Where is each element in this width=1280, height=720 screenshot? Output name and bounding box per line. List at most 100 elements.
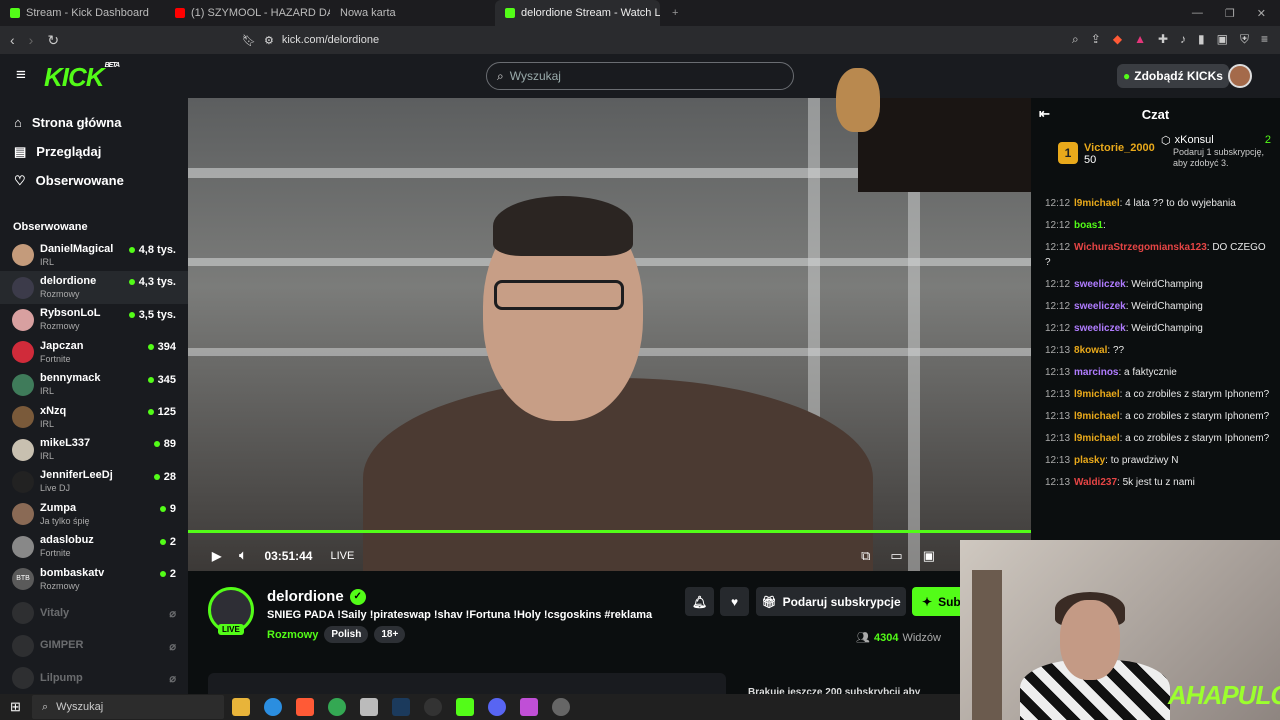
minimize-icon[interactable]: — [1192, 7, 1203, 20]
channel-name: adaslobuz [40, 534, 94, 547]
second-gifter[interactable]: xKonsul [1175, 134, 1214, 147]
followed-channel[interactable]: mikeL337 IRL 89 [0, 433, 188, 465]
app-icon[interactable] [360, 698, 378, 716]
forward-icon[interactable]: › [29, 32, 34, 49]
url-text[interactable]: kick.com/delordione [282, 34, 379, 46]
browser-tab-active[interactable]: delordione Stream - Watch Live✕ [495, 0, 660, 26]
tag-chip[interactable]: Polish [324, 626, 369, 643]
taskbar-search[interactable]: ⌕ Wyszukaj [32, 695, 224, 719]
followed-channel[interactable]: Zumpa Ja tylko śpię 9 [0, 498, 188, 530]
message-username[interactable]: l9michael [1074, 411, 1120, 422]
kick-app-icon[interactable] [456, 698, 474, 716]
message-username[interactable]: boas1 [1074, 220, 1103, 231]
channel-name: DanielMagical [40, 242, 114, 255]
fullscreen-icon[interactable]: ▣ [923, 548, 935, 564]
kick-logo[interactable]: KICKBETA [44, 62, 120, 93]
offline-channel[interactable]: Vitaly ⌀ [0, 597, 188, 629]
message-username[interactable]: Waldi237 [1074, 477, 1117, 488]
followed-channel[interactable]: bennymack IRL 345 [0, 369, 188, 401]
live-label[interactable]: LIVE [330, 550, 354, 562]
followed-channel[interactable]: Japczan Fortnite 394 [0, 336, 188, 368]
zoom-icon[interactable]: ⌕ [1072, 32, 1079, 47]
nav-home[interactable]: ⌂ Strona główna [14, 108, 174, 137]
music-icon[interactable]: ♪ [1180, 32, 1186, 47]
followed-channel[interactable]: xNzq IRL 125 [0, 401, 188, 433]
viewer-count: 4,8 tys. [138, 244, 176, 256]
share-icon[interactable]: ⇪ [1091, 32, 1101, 47]
message-username[interactable]: l9michael [1074, 433, 1120, 444]
gift-sub-button[interactable]: 🎁︎ Podaruj subskrypcje [756, 587, 906, 616]
message-username[interactable]: l9michael [1074, 198, 1120, 209]
reload-icon[interactable]: ↻ [47, 32, 59, 49]
user-avatar[interactable] [1228, 64, 1252, 88]
bookmark-icon[interactable]: 🔖︎ [242, 34, 256, 47]
message-username[interactable]: l9michael [1074, 389, 1120, 400]
hamburger-menu-icon[interactable]: ≡ [16, 65, 26, 85]
back-icon[interactable]: ‹ [10, 32, 15, 49]
new-tab-icon[interactable]: + [672, 7, 678, 19]
browser-tab[interactable]: Nowa karta [330, 0, 495, 26]
brave-icon[interactable] [296, 698, 314, 716]
settings-icon[interactable] [552, 698, 570, 716]
live-dot-icon [128, 311, 135, 318]
followed-channel[interactable]: JenniferLeeDj Live DJ 28 [0, 466, 188, 498]
followed-channel[interactable]: RybsonLoL Rozmowy 3,5 tys. [0, 304, 188, 336]
message-username[interactable]: sweeliczek [1074, 323, 1126, 334]
top-gifter[interactable]: Victorie_2000 [1084, 142, 1155, 154]
viewer-count: 89 [163, 438, 176, 451]
chrome-icon[interactable] [328, 698, 346, 716]
browser-tab[interactable]: (1) SZYMOOL - HAZARD DAŁ MI LUK [165, 0, 330, 26]
get-kicks-button[interactable]: ● Zdobądź KICKs [1117, 64, 1229, 88]
message-username[interactable]: 8kowal [1074, 345, 1107, 356]
sidebar-toggle-icon[interactable]: ▮ [1198, 32, 1205, 47]
viewer-count: 28 [163, 470, 176, 483]
edge-icon[interactable] [264, 698, 282, 716]
channel-name: Lilpump [40, 671, 83, 684]
brave-shield-icon[interactable]: ◆ [1113, 32, 1122, 47]
progress-bar[interactable] [188, 530, 1031, 533]
offline-channel[interactable]: GIMPER ⌀ [0, 630, 188, 662]
discord-icon[interactable] [488, 698, 506, 716]
offline-channel[interactable]: Lilpump ⌀ [0, 662, 188, 694]
volume-icon[interactable]: 🔈︎ [239, 548, 246, 563]
rewards-icon[interactable]: ▲ [1134, 32, 1146, 47]
vpn-icon[interactable]: ⛨ [1240, 32, 1249, 47]
app-icon[interactable] [520, 698, 538, 716]
followed-channel[interactable]: delordione Rozmowy 4,3 tys. [0, 271, 188, 304]
tag-chip[interactable]: 18+ [374, 626, 406, 643]
menu-icon[interactable]: ≡ [1261, 32, 1268, 47]
restore-icon[interactable]: ❐ [1225, 7, 1235, 20]
obs-icon[interactable] [424, 698, 442, 716]
message-username[interactable]: sweeliczek [1074, 301, 1126, 312]
message-time: 12:13 [1045, 433, 1071, 444]
windows-start-icon[interactable]: ⊞ [10, 699, 21, 715]
channel-name[interactable]: delordione [267, 588, 344, 605]
followed-channel[interactable]: adaslobuz Fortnite 2 [0, 531, 188, 563]
notifications-button[interactable]: 🔔︎ [685, 587, 714, 616]
search-input[interactable]: ⌕ Wyszukaj [486, 62, 794, 90]
followed-channel[interactable]: BTB bombaskatv Rozmowy 2 [0, 563, 188, 595]
file-explorer-icon[interactable] [232, 698, 250, 716]
wallet-icon[interactable]: ▣ [1217, 32, 1228, 47]
nav-following[interactable]: ♡ Obserwowane [14, 166, 174, 195]
collapse-chat-icon[interactable]: ⇤ [1039, 106, 1050, 122]
browser-tab[interactable]: Stream - Kick Dashboard [0, 0, 165, 26]
follow-button[interactable]: ♥ [720, 587, 749, 616]
site-info-icon[interactable]: ⚙︎ [264, 34, 274, 47]
followed-channel[interactable]: DanielMagical IRL 4,8 tys. [0, 239, 188, 271]
extensions-icon[interactable]: ✚ [1158, 32, 1168, 47]
message-username[interactable]: WichuraStrzegomianska123 [1074, 242, 1207, 253]
webcam-overlay: AHAPULCO [960, 540, 1280, 720]
message-username[interactable]: plasky [1074, 455, 1105, 466]
kick-favicon-icon [505, 8, 515, 18]
chat-message: 12:12 WichuraStrzegomianska123: DO CZEGO … [1045, 240, 1272, 270]
play-icon[interactable]: ▶ [212, 549, 221, 563]
message-username[interactable]: sweeliczek [1074, 279, 1126, 290]
theater-icon[interactable]: ▭ [890, 548, 902, 564]
steam-icon[interactable] [392, 698, 410, 716]
close-window-icon[interactable]: ✕ [1257, 7, 1266, 20]
category-link[interactable]: Rozmowy [267, 629, 318, 641]
pip-icon[interactable]: ⧉ [861, 548, 870, 564]
nav-browse[interactable]: ▤ Przeglądaj [14, 137, 174, 166]
message-username[interactable]: marcinos [1074, 367, 1118, 378]
